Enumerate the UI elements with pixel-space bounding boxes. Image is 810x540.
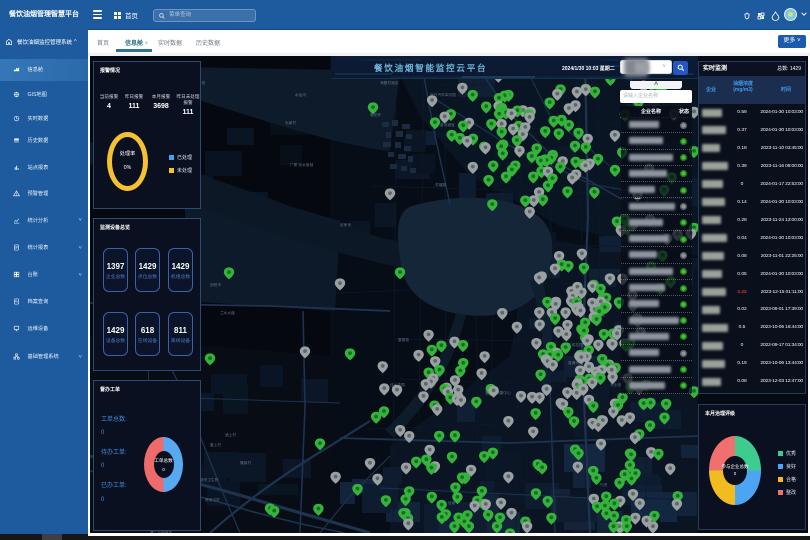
svg-text:水运沟: 水运沟 — [295, 92, 306, 97]
svg-text:广厦 京水宝城: 广厦 京水宝城 — [290, 162, 313, 167]
svg-text:星河酒宜: 星河酒宜 — [440, 122, 455, 127]
svg-text:富丽苑: 富丽苑 — [398, 337, 409, 342]
svg-text:兴安: 兴安 — [600, 482, 608, 487]
svg-text:西柏市: 西柏市 — [210, 282, 221, 287]
svg-text:酒上村: 酒上村 — [225, 432, 236, 437]
svg-text:苏福路: 苏福路 — [435, 182, 446, 187]
svg-text:海曼村酒店: 海曼村酒店 — [380, 80, 399, 85]
svg-text:毛家村: 毛家村 — [285, 120, 296, 125]
svg-text:新安中学: 新安中学 — [205, 497, 220, 502]
svg-text:依家舍: 依家舍 — [340, 222, 351, 227]
svg-text:隆家村: 隆家村 — [240, 460, 251, 465]
svg-text:重上村: 重上村 — [210, 442, 221, 447]
svg-text:新安卫生院: 新安卫生院 — [200, 477, 219, 482]
svg-text:兰水大道: 兰水大道 — [220, 310, 235, 315]
